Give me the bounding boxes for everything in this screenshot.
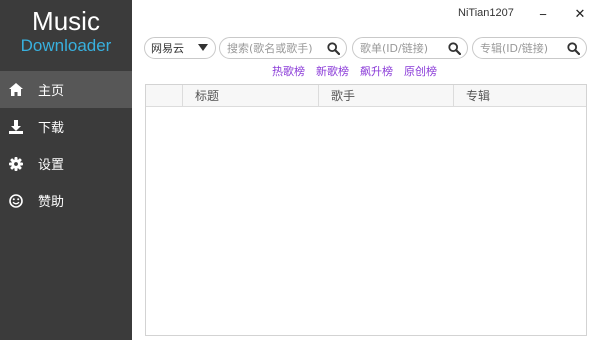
download-icon <box>8 119 24 135</box>
app-subtitle: Downloader <box>20 36 112 55</box>
original-chart-link[interactable]: 原创榜 <box>404 63 437 79</box>
source-select[interactable]: 网易云 <box>144 37 216 59</box>
sidebar-item-label: 设置 <box>38 158 65 173</box>
sidebar-item-donate[interactable]: 赞助 <box>0 182 132 219</box>
rising-chart-link[interactable]: 飙升榜 <box>360 63 393 79</box>
app-logo: Music Downloader <box>0 6 132 56</box>
app-title: Music <box>32 6 100 36</box>
hot-chart-link[interactable]: 热歌榜 <box>272 63 305 79</box>
sidebar-item-label: 主页 <box>38 84 65 99</box>
search-icon[interactable] <box>567 42 580 55</box>
column-header-index[interactable] <box>146 85 182 107</box>
search-icon[interactable] <box>448 42 461 55</box>
chart-links: 热歌榜 新歌榜 飙升榜 原创榜 <box>272 63 437 79</box>
sidebar-item-home[interactable]: 主页 <box>0 71 132 108</box>
playlist-search-field[interactable] <box>352 37 468 59</box>
close-button[interactable]: ✕ <box>570 4 590 24</box>
sidebar-item-download[interactable]: 下载 <box>0 108 132 145</box>
smile-icon <box>8 193 24 209</box>
results-table: 标题 歌手 专辑 <box>145 84 587 336</box>
home-icon <box>8 82 24 98</box>
sidebar-item-settings[interactable]: 设置 <box>0 145 132 182</box>
table-header: 标题 歌手 专辑 <box>146 85 586 107</box>
source-select-value: 网易云 <box>151 42 184 55</box>
username: NiTian1207 <box>458 7 514 19</box>
column-header-artist[interactable]: 歌手 <box>318 85 453 107</box>
album-search-field[interactable] <box>472 37 587 59</box>
song-search-field[interactable] <box>219 37 347 59</box>
sidebar-item-label: 赞助 <box>38 195 65 210</box>
main-panel: NiTian1207 − ✕ 网易云 热歌榜 新歌榜 飙升榜 原创榜 标题 歌手… <box>132 0 600 340</box>
new-chart-link[interactable]: 新歌榜 <box>316 63 349 79</box>
sidebar: Music Downloader 主页 下载 设置 赞助 <box>0 0 132 340</box>
gear-icon <box>8 156 24 172</box>
sidebar-nav: 主页 下载 设置 赞助 <box>0 71 132 219</box>
minimize-button[interactable]: − <box>533 4 553 24</box>
column-header-title[interactable]: 标题 <box>182 85 318 107</box>
chevron-down-icon <box>198 44 208 51</box>
sidebar-item-label: 下载 <box>38 121 65 136</box>
column-header-album[interactable]: 专辑 <box>453 85 586 107</box>
search-icon[interactable] <box>327 42 340 55</box>
